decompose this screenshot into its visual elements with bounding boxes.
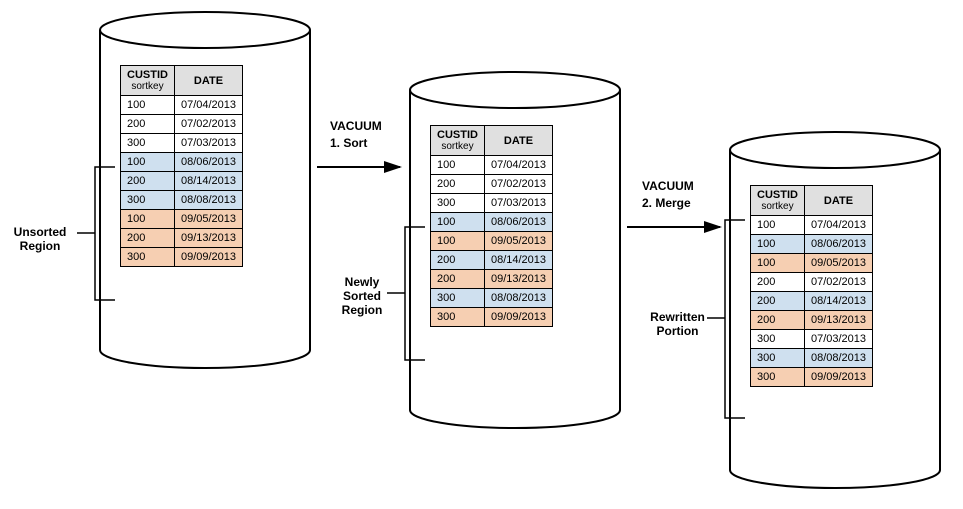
- cell-date: 09/13/2013: [174, 229, 242, 248]
- table-sorted: CUSTIDsortkey DATE 10007/04/201320007/02…: [430, 125, 553, 327]
- label-newly-sorted-region: Newly Sorted Region: [332, 275, 392, 317]
- table-row: 30008/08/2013: [751, 349, 873, 368]
- cell-custid: 300: [121, 248, 175, 267]
- cell-date: 08/14/2013: [174, 172, 242, 191]
- table-row: 20007/02/2013: [121, 115, 243, 134]
- cell-custid: 200: [751, 292, 805, 311]
- table-row: 20008/14/2013: [121, 172, 243, 191]
- cell-date: 08/06/2013: [174, 153, 242, 172]
- cell-custid: 200: [121, 172, 175, 191]
- cell-date: 09/09/2013: [174, 248, 242, 267]
- header-custid: CUSTIDsortkey: [431, 126, 485, 156]
- cell-date: 07/04/2013: [174, 96, 242, 115]
- table-row: 20009/13/2013: [121, 229, 243, 248]
- cell-date: 08/06/2013: [484, 213, 552, 232]
- cell-date: 08/06/2013: [804, 235, 872, 254]
- table-row: 10009/05/2013: [751, 254, 873, 273]
- cell-custid: 100: [751, 216, 805, 235]
- cell-custid: 300: [751, 330, 805, 349]
- cell-date: 08/14/2013: [484, 251, 552, 270]
- cell-custid: 300: [431, 308, 485, 327]
- table-row: 10008/06/2013: [431, 213, 553, 232]
- table-row: 20007/02/2013: [431, 175, 553, 194]
- table-row: 10007/04/2013: [121, 96, 243, 115]
- table-row: 30007/03/2013: [431, 194, 553, 213]
- table-row: 30008/08/2013: [431, 289, 553, 308]
- cell-date: 08/08/2013: [174, 191, 242, 210]
- header-custid: CUSTIDsortkey: [121, 66, 175, 96]
- cell-date: 09/09/2013: [804, 368, 872, 387]
- arrow-sort-icon: [315, 155, 410, 185]
- table-before: CUSTIDsortkey DATE 10007/04/201320007/02…: [120, 65, 243, 267]
- cell-date: 07/03/2013: [804, 330, 872, 349]
- cell-custid: 300: [121, 191, 175, 210]
- header-date: DATE: [804, 186, 872, 216]
- cell-custid: 300: [121, 134, 175, 153]
- cell-custid: 100: [121, 96, 175, 115]
- cell-date: 09/13/2013: [804, 311, 872, 330]
- cell-date: 07/02/2013: [174, 115, 242, 134]
- table-row: 30008/08/2013: [121, 191, 243, 210]
- table-row: 10007/04/2013: [431, 156, 553, 175]
- cell-custid: 200: [431, 175, 485, 194]
- cell-custid: 100: [121, 153, 175, 172]
- cell-date: 07/02/2013: [484, 175, 552, 194]
- header-custid: CUSTIDsortkey: [751, 186, 805, 216]
- table-row: 10008/06/2013: [121, 153, 243, 172]
- table-row: 30009/09/2013: [431, 308, 553, 327]
- table-row: 10009/05/2013: [431, 232, 553, 251]
- cell-custid: 100: [431, 156, 485, 175]
- table-row: 30007/03/2013: [121, 134, 243, 153]
- cell-custid: 100: [121, 210, 175, 229]
- header-date: DATE: [174, 66, 242, 96]
- cell-custid: 200: [751, 311, 805, 330]
- label-rewritten-portion: Rewritten Portion: [640, 310, 715, 338]
- table-row: 20008/14/2013: [431, 251, 553, 270]
- cell-custid: 200: [121, 229, 175, 248]
- table-row: 30007/03/2013: [751, 330, 873, 349]
- cell-date: 07/03/2013: [174, 134, 242, 153]
- bracket-unsorted: [75, 165, 120, 305]
- cell-date: 07/04/2013: [484, 156, 552, 175]
- cell-date: 08/08/2013: [804, 349, 872, 368]
- cell-custid: 100: [431, 213, 485, 232]
- cell-custid: 200: [431, 270, 485, 289]
- cell-date: 09/05/2013: [174, 210, 242, 229]
- arrow-merge-icon: [625, 215, 730, 245]
- cell-custid: 300: [751, 349, 805, 368]
- label-unsorted-region: Unsorted Region: [0, 225, 80, 253]
- cell-date: 08/08/2013: [484, 289, 552, 308]
- table-row: 10007/04/2013: [751, 216, 873, 235]
- cell-date: 07/03/2013: [484, 194, 552, 213]
- label-vacuum-sort: VACUUM 1. Sort: [330, 118, 382, 152]
- table-row: 20008/14/2013: [751, 292, 873, 311]
- cell-date: 07/04/2013: [804, 216, 872, 235]
- cell-date: 09/13/2013: [484, 270, 552, 289]
- cell-date: 09/05/2013: [484, 232, 552, 251]
- table-row: 10008/06/2013: [751, 235, 873, 254]
- cell-date: 09/05/2013: [804, 254, 872, 273]
- cell-custid: 100: [751, 254, 805, 273]
- cell-custid: 300: [751, 368, 805, 387]
- cell-date: 08/14/2013: [804, 292, 872, 311]
- cell-custid: 300: [431, 194, 485, 213]
- table-row: 20007/02/2013: [751, 273, 873, 292]
- cell-custid: 200: [431, 251, 485, 270]
- table-row: 20009/13/2013: [431, 270, 553, 289]
- cell-custid: 100: [431, 232, 485, 251]
- cell-custid: 200: [121, 115, 175, 134]
- cell-custid: 200: [751, 273, 805, 292]
- cell-custid: 100: [751, 235, 805, 254]
- cell-date: 07/02/2013: [804, 273, 872, 292]
- label-vacuum-merge: VACUUM 2. Merge: [642, 178, 694, 212]
- table-row: 30009/09/2013: [121, 248, 243, 267]
- cell-date: 09/09/2013: [484, 308, 552, 327]
- table-row: 20009/13/2013: [751, 311, 873, 330]
- table-row: 10009/05/2013: [121, 210, 243, 229]
- table-row: 30009/09/2013: [751, 368, 873, 387]
- header-date: DATE: [484, 126, 552, 156]
- cell-custid: 300: [431, 289, 485, 308]
- table-merged: CUSTIDsortkey DATE 10007/04/201310008/06…: [750, 185, 873, 387]
